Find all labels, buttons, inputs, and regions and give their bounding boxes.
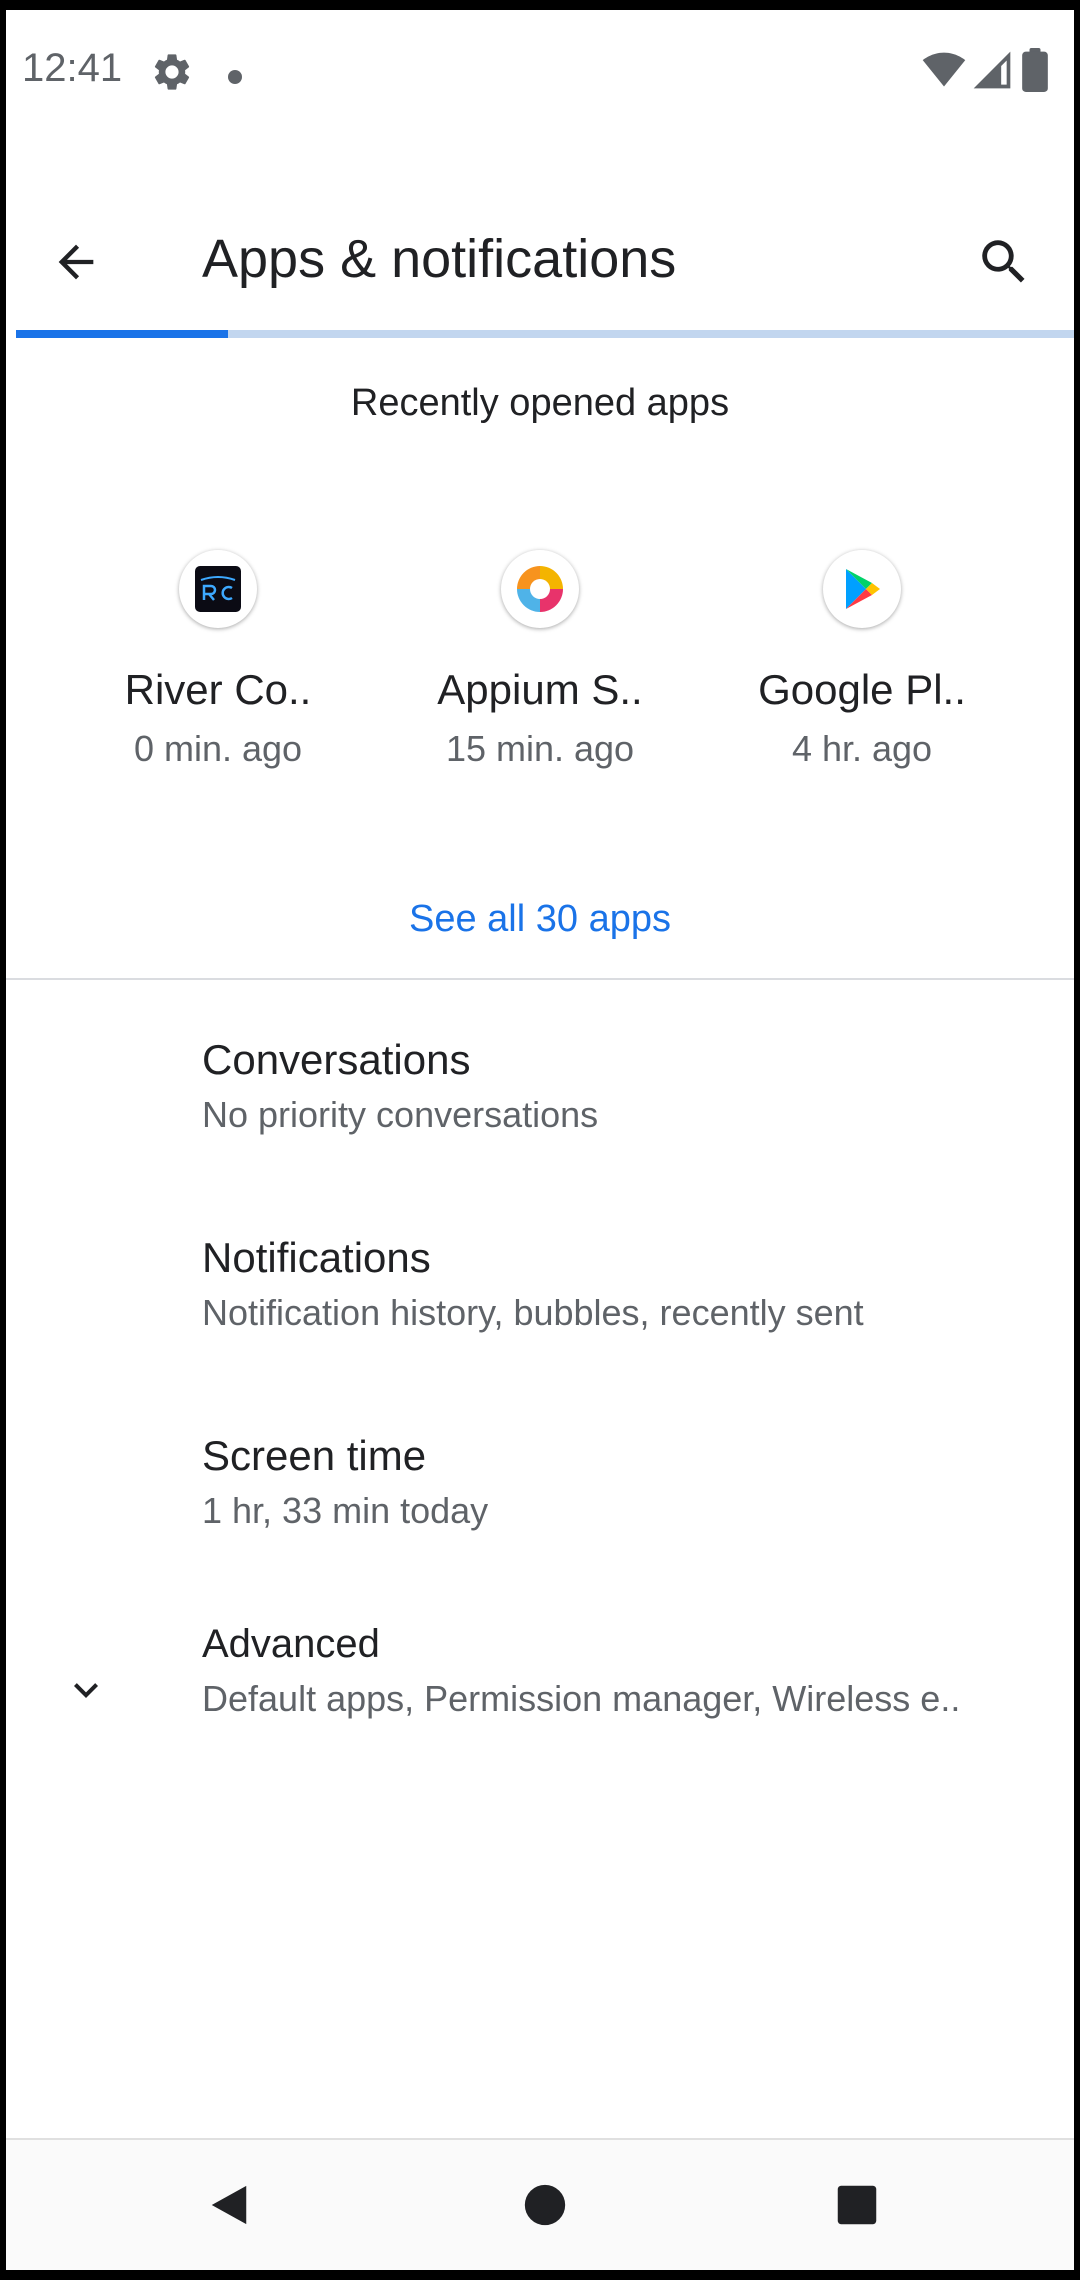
setting-subtitle: Default apps, Permission manager, Wirele… — [202, 1678, 961, 1719]
setting-title: Advanced — [202, 1622, 380, 1666]
setting-title: Notifications — [202, 1234, 431, 1281]
app-last-opened: 15 min. ago — [445, 728, 635, 769]
setting-subtitle: No priority conversations — [202, 1094, 599, 1135]
app-name: River Co.. — [124, 666, 312, 713]
back-button[interactable] — [46, 232, 106, 292]
status-time: 12:41 — [22, 46, 123, 90]
setting-subtitle: Notification history, bubbles, recently … — [202, 1292, 864, 1333]
status-bar: 12:41 — [6, 10, 1074, 130]
setting-advanced[interactable]: Advanced Default apps, Permission manage… — [6, 1606, 1074, 1776]
nav-back-icon — [211, 2185, 247, 2225]
app-last-opened: 4 hr. ago — [791, 728, 933, 769]
loading-progress-bar — [16, 330, 1074, 338]
page-title: Apps & notifications — [202, 229, 677, 289]
chevron-down-icon — [62, 1666, 110, 1714]
search-icon — [982, 240, 1025, 283]
wifi-icon — [922, 52, 966, 87]
navigation-bar — [6, 2140, 1074, 2270]
nav-home-icon — [524, 2184, 566, 2226]
loading-progress-fill — [16, 330, 228, 338]
setting-subtitle: 1 hr, 33 min today — [202, 1490, 489, 1531]
appium-settings-icon — [501, 550, 579, 628]
river-connect-icon — [179, 550, 257, 628]
cellular-signal-icon — [973, 51, 1011, 89]
app-last-opened: 0 min. ago — [133, 728, 303, 769]
setting-conversations[interactable]: Conversations No priority conversations — [6, 1016, 1074, 1186]
battery-icon — [1022, 48, 1048, 92]
nav-recents-icon — [837, 2185, 877, 2225]
app-name: Appium S.. — [437, 666, 643, 713]
setting-title: Conversations — [202, 1036, 471, 1083]
search-button[interactable] — [974, 232, 1034, 292]
settings-gear-icon — [150, 50, 194, 94]
app-bar: Apps & notifications — [6, 190, 1074, 330]
see-all-apps-link[interactable]: See all 30 apps — [6, 898, 1074, 941]
recent-app-google-play[interactable]: Google Pl.. 4 hr. ago — [702, 550, 1022, 770]
setting-notifications[interactable]: Notifications Notification history, bubb… — [6, 1214, 1074, 1384]
nav-recents-button[interactable] — [822, 2170, 892, 2240]
arrow-back-icon — [58, 244, 94, 280]
recent-app-river-connect[interactable]: River Co.. 0 min. ago — [58, 550, 378, 770]
setting-title: Screen time — [202, 1432, 427, 1479]
google-play-icon — [823, 550, 901, 628]
recent-apps-header: Recently opened apps — [350, 382, 730, 424]
recent-app-appium-settings[interactable]: Appium S.. 15 min. ago — [380, 550, 700, 770]
setting-screen-time[interactable]: Screen time 1 hr, 33 min today — [6, 1412, 1074, 1582]
divider — [6, 978, 1074, 980]
notification-dot-icon — [228, 70, 242, 84]
nav-home-button[interactable] — [510, 2170, 580, 2240]
nav-back-button[interactable] — [194, 2170, 264, 2240]
app-name: Google Pl.. — [758, 666, 966, 713]
status-icons — [922, 48, 1062, 98]
screen: 12:41 Apps & notifications Recently open… — [6, 10, 1074, 2270]
